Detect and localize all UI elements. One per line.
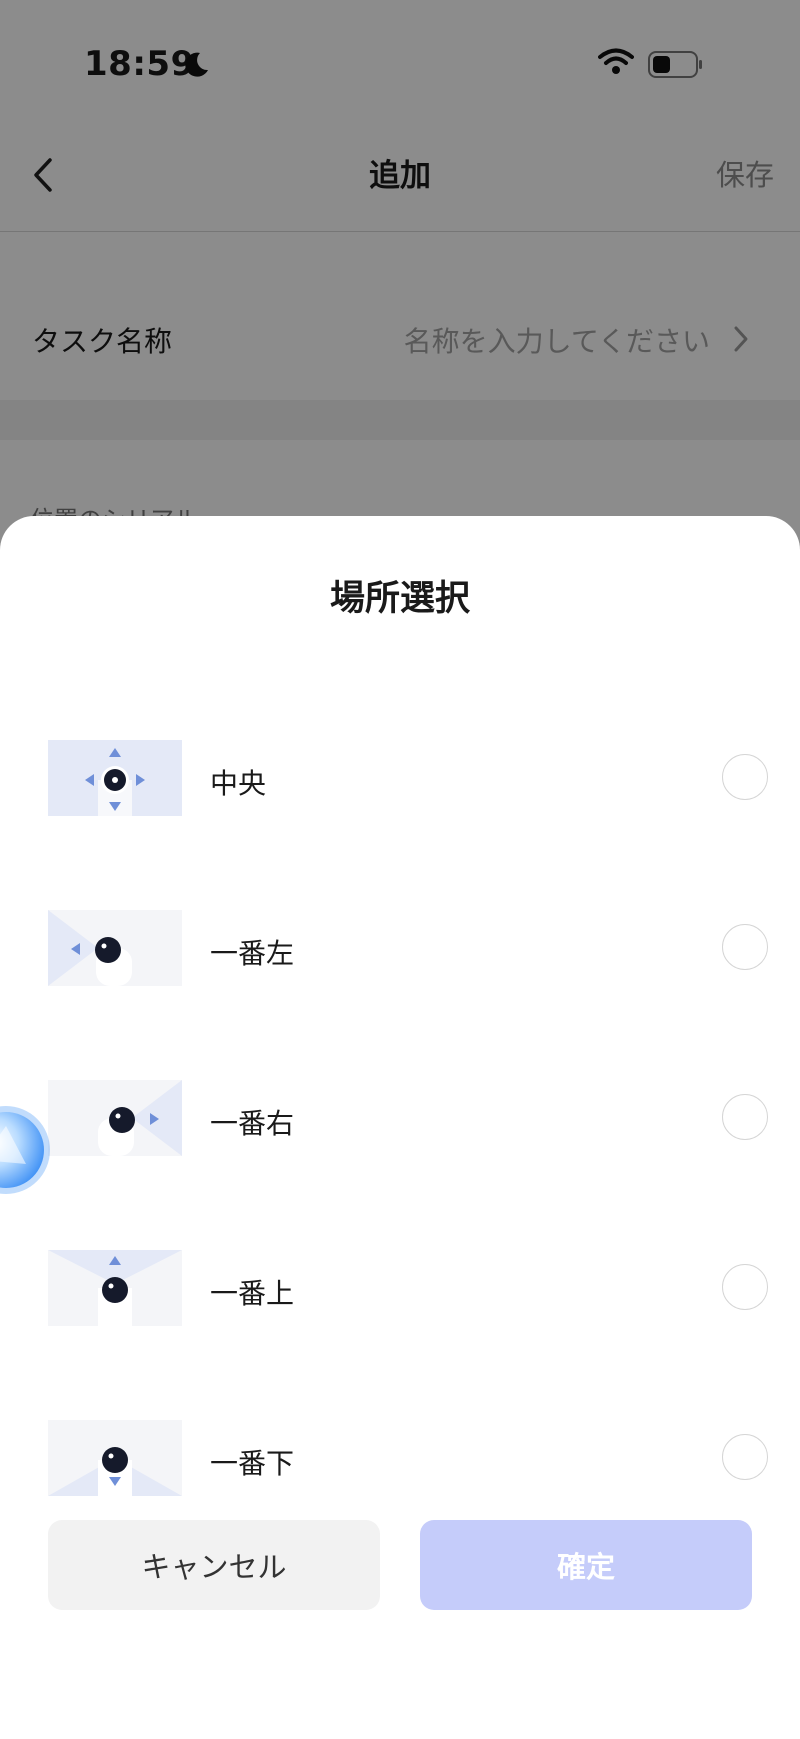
- radio-button[interactable]: [722, 1094, 768, 1140]
- option-leftmost[interactable]: 一番左: [0, 896, 800, 1006]
- assistant-bubble-icon[interactable]: [0, 1098, 50, 1202]
- option-label: 一番上: [210, 1277, 295, 1310]
- radio-button[interactable]: [722, 754, 768, 800]
- center-position-icon: [48, 740, 182, 816]
- option-rightmost[interactable]: 一番右: [0, 1066, 800, 1176]
- radio-button[interactable]: [722, 1264, 768, 1310]
- option-label: 一番下: [210, 1447, 295, 1480]
- option-topmost[interactable]: 一番上: [0, 1236, 800, 1346]
- right-position-icon: [48, 1080, 182, 1156]
- option-center[interactable]: 中央: [0, 726, 800, 836]
- radio-button[interactable]: [722, 924, 768, 970]
- top-position-icon: [48, 1250, 182, 1326]
- confirm-button[interactable]: 確定: [420, 1520, 752, 1610]
- sheet-title: 場所選択: [329, 579, 470, 619]
- option-label: 中央: [210, 767, 267, 800]
- option-label: 一番左: [210, 937, 295, 970]
- cancel-button[interactable]: キャンセル: [48, 1520, 380, 1610]
- option-bottommost[interactable]: 一番下: [0, 1406, 800, 1516]
- option-label: 一番右: [210, 1107, 295, 1140]
- bottom-position-icon: [48, 1420, 182, 1496]
- location-select-sheet: 場所選択 中央 一番左 一番右 一番上 一番下 キャンセル 確定: [0, 516, 800, 1739]
- left-position-icon: [48, 910, 182, 986]
- radio-button[interactable]: [722, 1434, 768, 1480]
